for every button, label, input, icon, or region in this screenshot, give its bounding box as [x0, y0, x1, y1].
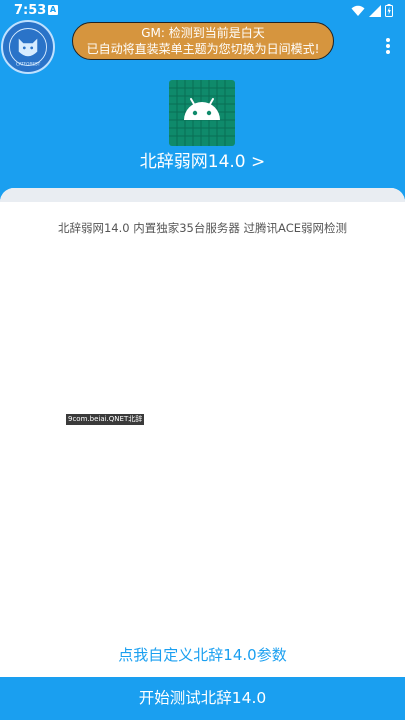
start-test-button[interactable]: 开始测试北辞14.0 — [0, 677, 405, 720]
more-vert-icon[interactable] — [385, 38, 391, 58]
theme-toast: GM: 检测到当前是白天 已自动将直装菜单主题为您切换为日间模式! — [72, 22, 334, 60]
wifi-icon — [351, 5, 365, 16]
toast-line-2: 已自动将直装菜单主题为您切换为日间模式! — [86, 42, 320, 56]
logo-text: CATFOREST — [16, 62, 41, 67]
card-top-strip — [0, 188, 405, 202]
customize-params-link[interactable]: 点我自定义北辞14.0参数 — [0, 644, 405, 665]
app-title[interactable]: 北辞弱网14.0 > — [0, 147, 405, 172]
description-text: 北辞弱网14.0 内置独家35台服务器 过腾讯ACE弱网检测 — [57, 221, 347, 235]
cat-logo-icon: CATFOREST — [3, 22, 53, 72]
content-card: 北辞弱网14.0 内置独家35台服务器 过腾讯ACE弱网检测 9com.beia… — [0, 188, 405, 688]
toast-line-1: GM: 检测到当前是白天 — [141, 26, 265, 40]
status-icons — [351, 3, 393, 18]
status-bar: 7:53 A — [0, 0, 405, 22]
signal-icon — [368, 4, 381, 17]
watermark-label: 9com.beiai.QNET北辞 — [66, 414, 145, 425]
battery-icon — [385, 4, 393, 17]
app-logo: CATFOREST — [1, 20, 55, 74]
android-icon[interactable] — [169, 80, 235, 146]
notification-icon: A — [48, 5, 58, 15]
status-time: 7:53 — [14, 3, 47, 18]
